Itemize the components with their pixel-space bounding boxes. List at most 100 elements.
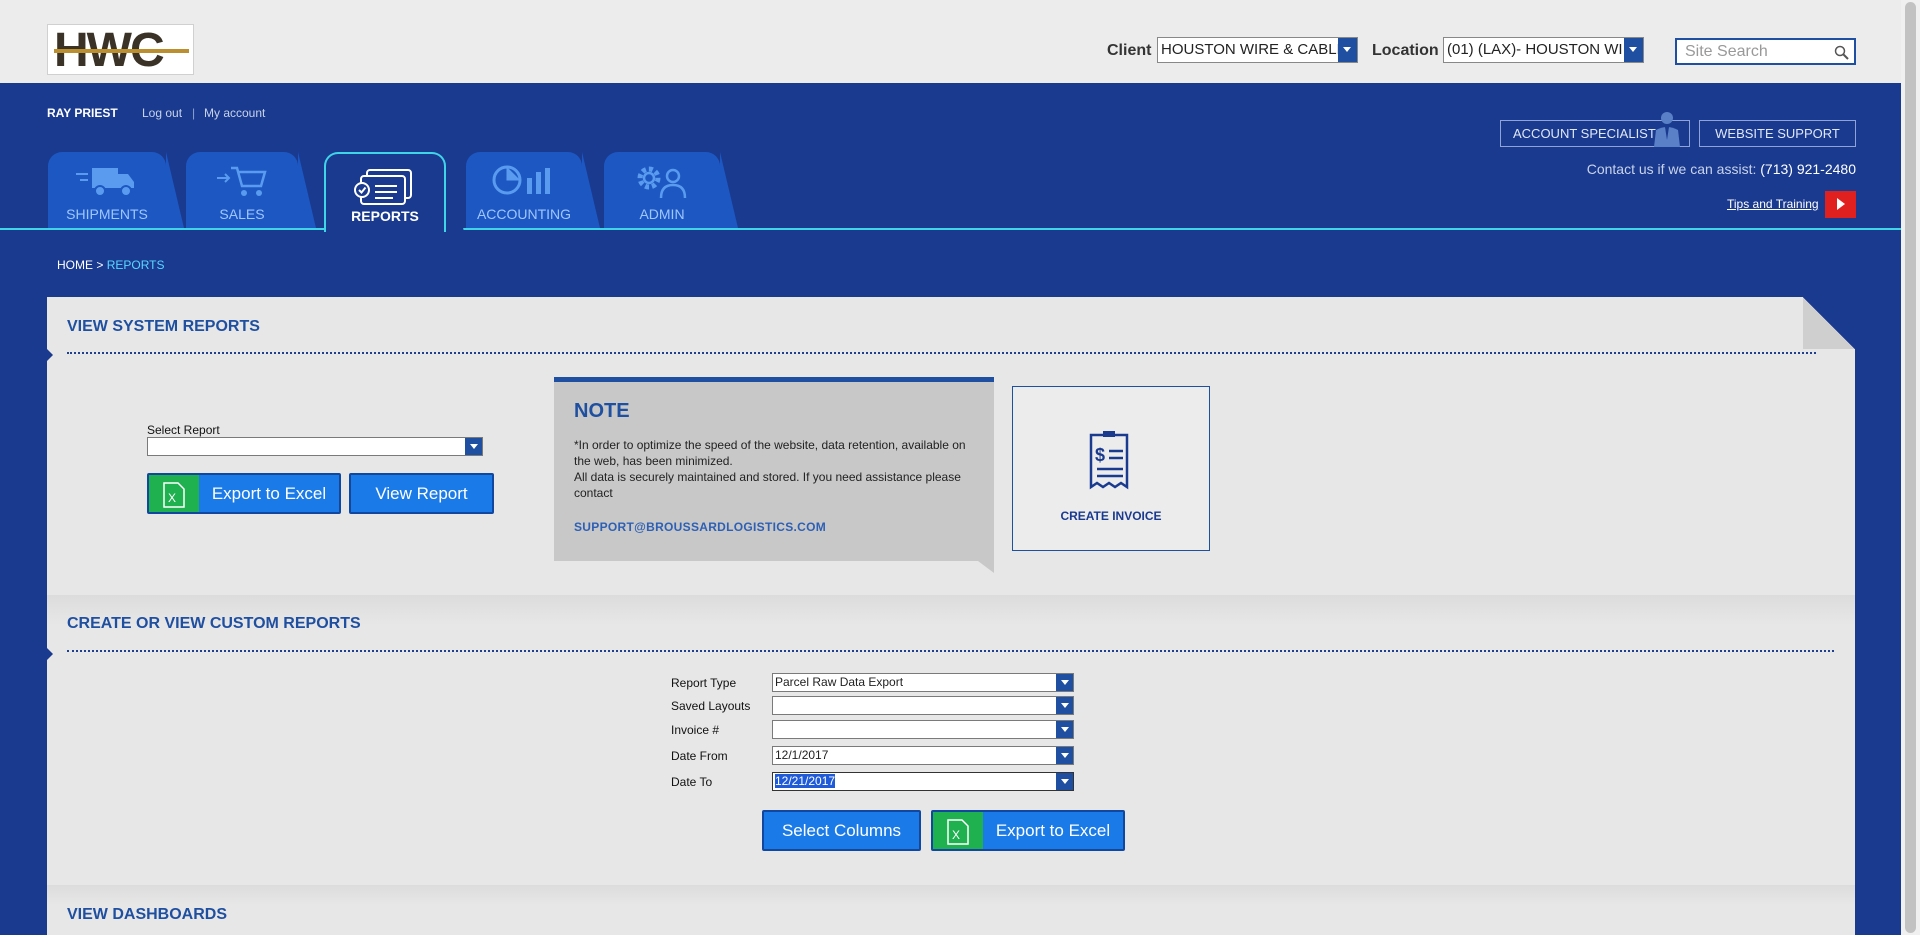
website-support-label: WEBSITE SUPPORT <box>1715 126 1840 141</box>
select-report-label: Select Report <box>147 423 220 437</box>
date-to-label: Date To <box>671 775 713 789</box>
excel-icon: X <box>947 819 969 845</box>
cart-icon <box>217 166 267 196</box>
dashboards-panel: VIEW DASHBOARDS <box>47 885 1855 935</box>
svg-text:$: $ <box>1095 445 1105 465</box>
invoice-icon: $ <box>1089 431 1129 490</box>
note-text: *In order to optimize the speed of the w… <box>574 437 979 501</box>
contact-phone: (713) 921-2480 <box>1760 161 1856 177</box>
website-support-button[interactable]: WEBSITE SUPPORT <box>1699 120 1856 147</box>
user-name: RAY PRIEST <box>47 106 118 120</box>
support-email-link[interactable]: SUPPORT@BROUSSARDLOGISTICS.COM <box>574 520 826 534</box>
section-notch <box>47 648 53 660</box>
breadcrumb-bar: HOME > REPORTS <box>0 230 1901 297</box>
date-from-value: 12/1/2017 <box>775 748 829 762</box>
chevron-down-icon[interactable] <box>465 438 482 455</box>
chevron-down-icon[interactable] <box>1056 697 1073 714</box>
hwc-logo[interactable]: HWC <box>47 24 194 75</box>
tab-accounting[interactable]: ACCOUNTING <box>466 152 600 228</box>
dashboards-title: VIEW DASHBOARDS <box>67 906 228 923</box>
note-box: NOTE *In order to optimize the speed of … <box>554 377 994 561</box>
custom-export-excel-label: Export to Excel <box>995 821 1111 840</box>
date-from-input[interactable]: 12/1/2017 <box>772 746 1074 765</box>
custom-export-excel-button[interactable]: X Export to Excel <box>931 810 1125 851</box>
select-columns-button[interactable]: Select Columns <box>762 810 921 851</box>
note-line1: *In order to optimize the speed of the w… <box>574 438 966 468</box>
contact-text: Contact us if we can assist: (713) 921-2… <box>1587 161 1856 177</box>
saved-layouts-label: Saved Layouts <box>671 699 751 713</box>
date-to-value: 12/21/2017 <box>775 774 836 788</box>
search-placeholder: Site Search <box>1685 43 1768 60</box>
select-columns-label: Select Columns <box>781 821 902 840</box>
tips-and-training-link[interactable]: Tips and Training <box>1727 197 1819 211</box>
excel-icon-box: X <box>933 812 983 849</box>
user-link-separator: | <box>192 106 196 120</box>
section-divider <box>67 352 1816 354</box>
page-scrollbar[interactable] <box>1901 0 1920 935</box>
create-invoice-button[interactable]: $ CREATE INVOICE <box>1012 386 1210 551</box>
search-icon[interactable] <box>1834 45 1850 61</box>
tab-admin-label: ADMIN <box>639 206 685 222</box>
svg-text:X: X <box>168 491 176 505</box>
site-search-input[interactable]: Site Search <box>1675 38 1856 65</box>
chevron-down-icon[interactable] <box>1624 38 1643 62</box>
report-type-value: Parcel Raw Data Export <box>775 675 904 689</box>
my-account-link[interactable]: My account <box>204 106 265 120</box>
invoice-number-select[interactable] <box>772 720 1074 739</box>
breadcrumb: HOME > REPORTS <box>57 258 165 272</box>
tab-admin[interactable]: ADMIN <box>604 152 738 228</box>
date-from-label: Date From <box>671 749 728 763</box>
scrollbar-thumb[interactable] <box>1905 2 1916 933</box>
note-tail-decoration <box>978 561 994 573</box>
section-divider <box>67 650 1834 652</box>
breadcrumb-separator: > <box>96 258 104 272</box>
note-line2: All data is securely maintained and stor… <box>574 470 961 500</box>
tab-reports-label: REPORTS <box>351 208 419 224</box>
chart-icon <box>492 165 550 195</box>
tab-shipments[interactable]: SHIPMENTS <box>48 152 184 228</box>
specialist-person-icon <box>1654 112 1680 147</box>
view-report-label: View Report <box>375 484 468 503</box>
select-report-dropdown[interactable] <box>147 437 483 456</box>
logout-link[interactable]: Log out <box>142 106 182 120</box>
report-type-select[interactable]: Parcel Raw Data Export <box>772 673 1074 692</box>
reports-icon <box>354 169 412 205</box>
right-margin <box>1855 297 1901 935</box>
export-excel-label: Export to Excel <box>211 484 327 503</box>
client-select-value: HOUSTON WIRE & CABLE <box>1161 41 1347 58</box>
tab-shipments-label: SHIPMENTS <box>66 206 148 222</box>
chevron-down-icon[interactable] <box>1338 38 1357 62</box>
export-excel-button[interactable]: X Export to Excel <box>147 473 341 514</box>
left-margin <box>0 297 47 935</box>
system-reports-title: VIEW SYSTEM REPORTS <box>67 318 260 335</box>
truck-icon <box>76 168 134 197</box>
chevron-down-icon[interactable] <box>1056 674 1073 691</box>
date-to-input[interactable]: 12/21/2017 <box>772 772 1074 791</box>
tab-reports[interactable]: REPORTS <box>324 152 464 232</box>
account-specialist-label: ACCOUNT SPECIALIST <box>1513 126 1656 141</box>
chevron-down-icon[interactable] <box>1056 773 1073 790</box>
invoice-number-label: Invoice # <box>671 723 720 737</box>
note-title: NOTE <box>574 400 630 422</box>
page-fold-decoration <box>1803 297 1855 349</box>
tab-sales-label: SALES <box>219 206 265 222</box>
client-label: Client <box>1107 42 1152 59</box>
contact-label: Contact us if we can assist: <box>1586 161 1757 177</box>
play-icon[interactable] <box>1825 191 1856 218</box>
excel-icon: X <box>163 482 185 508</box>
chevron-down-icon[interactable] <box>1056 721 1073 738</box>
location-select[interactable]: (01) (LAX)- HOUSTON WI <box>1443 37 1644 63</box>
saved-layouts-select[interactable] <box>772 696 1074 715</box>
breadcrumb-current: REPORTS <box>106 258 165 272</box>
admin-gear-icon <box>637 166 687 199</box>
tab-accounting-label: ACCOUNTING <box>476 206 572 222</box>
svg-text:X: X <box>952 828 960 842</box>
tab-sales[interactable]: SALES <box>186 152 316 228</box>
chevron-down-icon[interactable] <box>1056 747 1073 764</box>
location-select-value: (01) (LAX)- HOUSTON WI <box>1447 41 1623 58</box>
client-select[interactable]: HOUSTON WIRE & CABLE <box>1157 37 1358 63</box>
view-report-button[interactable]: View Report <box>349 473 494 514</box>
breadcrumb-home[interactable]: HOME <box>57 258 93 272</box>
top-bar: HWC Client HOUSTON WIRE & CABLE Location… <box>0 0 1901 83</box>
section-notch <box>47 349 53 361</box>
